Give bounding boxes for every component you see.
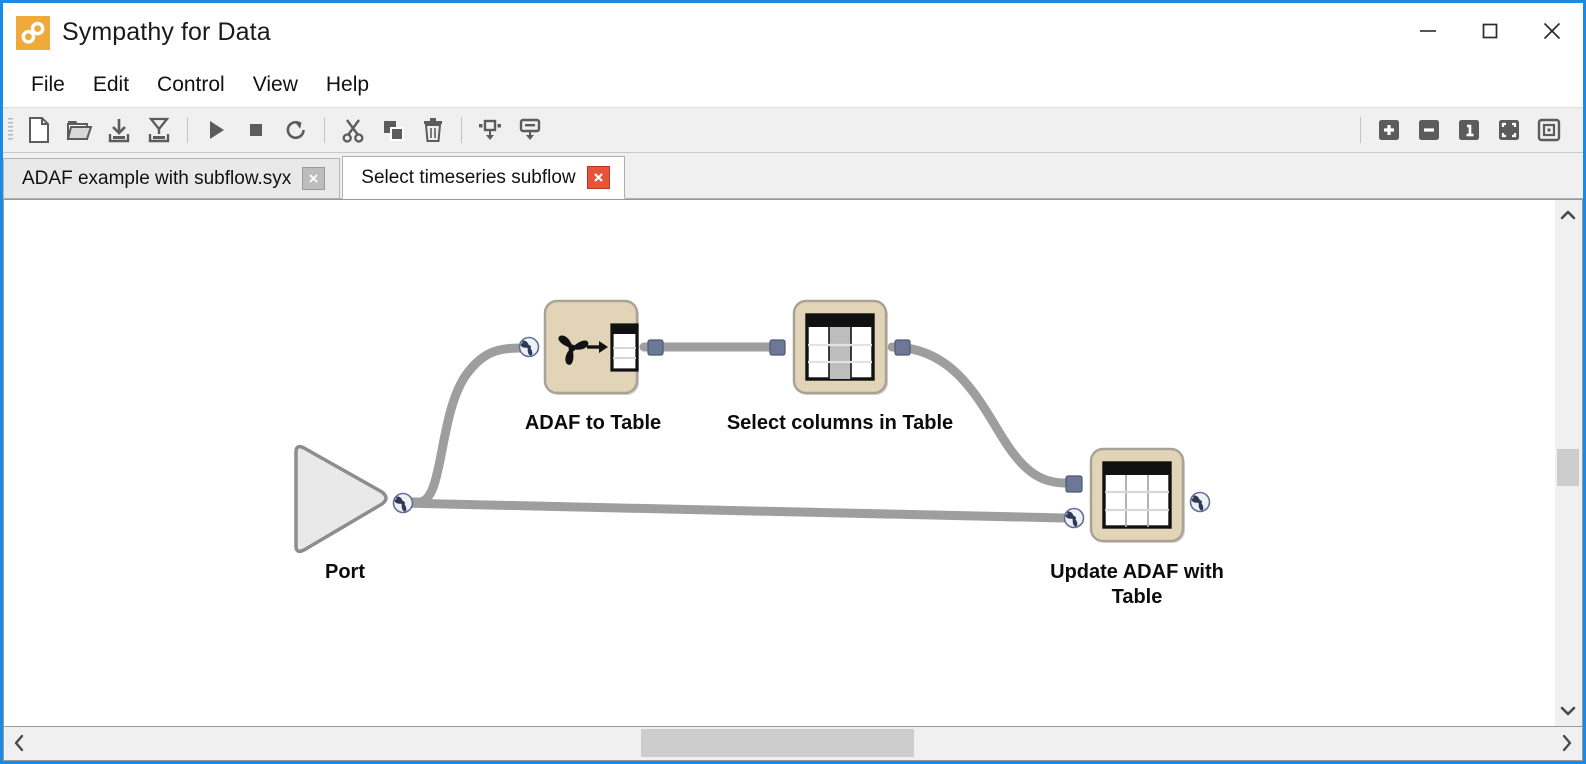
save-flow-button[interactable]	[99, 110, 139, 150]
close-icon	[309, 174, 318, 183]
chevron-up-icon	[1560, 210, 1576, 220]
port-node[interactable]	[294, 444, 414, 554]
vertical-scrollbar-thumb[interactable]	[1557, 449, 1579, 487]
menu-item-file[interactable]: File	[17, 69, 79, 101]
flow-canvas[interactable]: Port ADAF to Table Select columns in Tab…	[3, 199, 1555, 727]
copy-button[interactable]	[373, 110, 413, 150]
chevron-left-icon	[14, 734, 24, 752]
menu-item-help[interactable]: Help	[312, 69, 383, 101]
play-icon	[210, 121, 224, 139]
toolbar-separator	[324, 117, 325, 143]
table-select-columns-icon	[805, 313, 875, 381]
adaf-to-table-input-port[interactable]	[518, 336, 540, 358]
open-folder-icon	[66, 121, 93, 140]
tab-bar: ADAF example with subflow.syx Select tim…	[3, 153, 1583, 199]
menu-item-edit[interactable]: Edit	[79, 69, 143, 101]
update-adaf-adaf-input-port[interactable]	[1063, 507, 1085, 529]
vertical-scrollbar[interactable]	[1555, 199, 1583, 727]
minimize-icon	[1420, 30, 1436, 32]
save-all-icon	[148, 117, 170, 143]
toolbar-separator	[187, 117, 188, 143]
copy-icon	[384, 121, 404, 141]
tab-select-timeseries-subflow[interactable]: Select timeseries subflow	[342, 156, 625, 199]
node-insert-icon	[479, 119, 501, 140]
zoom-out-button[interactable]	[1409, 110, 1449, 150]
update-adaf-table-input-port[interactable]	[1065, 475, 1083, 493]
close-icon	[1543, 22, 1561, 40]
save-all-button[interactable]	[139, 110, 179, 150]
trash-icon	[424, 118, 442, 142]
scroll-down-button[interactable]	[1555, 696, 1581, 726]
delete-button[interactable]	[413, 110, 453, 150]
update-adaf-with-table-node-label: Update ADAF with Table	[1050, 561, 1224, 608]
maximize-button[interactable]	[1459, 3, 1521, 59]
update-adaf-with-table-node[interactable]	[1063, 447, 1211, 543]
tab-label: Select timeseries subflow	[361, 166, 576, 188]
menu-item-view[interactable]: View	[239, 69, 312, 101]
menu-bar: File Edit Control View Help	[3, 62, 1583, 107]
tab-close-button[interactable]	[586, 166, 610, 189]
select-columns-input-port[interactable]	[769, 339, 786, 356]
reload-button[interactable]	[276, 110, 316, 150]
toolbar	[3, 107, 1583, 153]
window-controls	[1397, 3, 1583, 62]
zoom-reset-button[interactable]	[1449, 110, 1489, 150]
flow-input-port-icon	[294, 444, 388, 554]
sympathy-logo-icon	[16, 15, 50, 50]
table-icon	[1102, 461, 1172, 529]
toolbar-separator	[461, 117, 462, 143]
insert-text-button[interactable]	[510, 110, 550, 150]
scissors-icon	[342, 119, 364, 143]
adaf-to-table-output-port[interactable]	[647, 339, 664, 356]
fit-to-window-button[interactable]	[1489, 110, 1529, 150]
zoom-in-icon	[1379, 120, 1399, 140]
close-icon	[593, 173, 603, 182]
maximize-icon	[1482, 23, 1498, 39]
close-button[interactable]	[1521, 3, 1583, 59]
tab-label: ADAF example with subflow.syx	[22, 167, 292, 189]
horizontal-scrollbar-thumb[interactable]	[641, 729, 915, 757]
scroll-right-button[interactable]	[1552, 727, 1582, 759]
flow-editor: Port ADAF to Table Select columns in Tab…	[3, 199, 1583, 761]
chevron-right-icon	[1562, 734, 1572, 752]
application-window: Sympathy for Data File Edit Control View…	[0, 0, 1586, 764]
port-node-label: Port	[325, 561, 365, 583]
fit-selection-icon	[1537, 118, 1561, 142]
scroll-left-button[interactable]	[4, 727, 34, 759]
insert-node-button[interactable]	[470, 110, 510, 150]
stop-icon	[250, 124, 262, 136]
update-adaf-output-port[interactable]	[1189, 491, 1211, 513]
horizontal-scrollbar[interactable]	[3, 727, 1583, 761]
menu-item-control[interactable]: Control	[143, 69, 239, 101]
text-field-icon	[519, 118, 541, 140]
zoom-100-icon	[1459, 120, 1479, 140]
stop-button[interactable]	[236, 110, 276, 150]
select-columns-in-table-node-label: Select columns in Table	[726, 412, 954, 434]
zoom-in-button[interactable]	[1369, 110, 1409, 150]
connection-port-to-update-adaf[interactable]	[396, 498, 1069, 523]
zoom-out-icon	[1419, 120, 1439, 140]
window-title: Sympathy for Data	[62, 18, 271, 46]
tab-close-button[interactable]	[302, 167, 326, 190]
select-columns-output-port[interactable]	[894, 339, 911, 356]
fit-selection-button[interactable]	[1529, 110, 1569, 150]
port-node-output-port[interactable]	[392, 492, 414, 514]
scroll-up-button[interactable]	[1555, 200, 1581, 230]
fit-window-icon	[1499, 120, 1519, 140]
save-icon	[108, 119, 130, 143]
tab-adaf-example-with-subflow[interactable]: ADAF example with subflow.syx	[3, 158, 341, 198]
title-bar: Sympathy for Data	[3, 3, 1583, 62]
new-file-icon	[29, 117, 49, 143]
adaf-to-table-node-label: ADAF to Table	[524, 412, 662, 434]
chevron-down-icon	[1560, 706, 1576, 716]
minimize-button[interactable]	[1397, 3, 1459, 59]
reload-icon	[286, 120, 305, 140]
new-flow-button[interactable]	[19, 110, 59, 150]
toolbar-grip[interactable]	[7, 115, 15, 145]
open-flow-button[interactable]	[59, 110, 99, 150]
toolbar-separator	[1360, 117, 1361, 143]
cut-button[interactable]	[333, 110, 373, 150]
execute-button[interactable]	[196, 110, 236, 150]
